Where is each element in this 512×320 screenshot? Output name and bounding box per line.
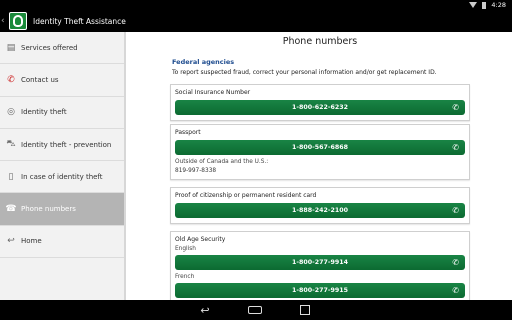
sidebar-item-in-case-of-identity-theft[interactable]: ▯ In case of identity theft [0,161,124,194]
card-passport: Passport 1-800-567-6868 ✆ Outside of Can… [170,124,470,180]
sidebar-item-identity-theft[interactable]: ◎ Identity theft [0,97,124,129]
page-title: Phone numbers [282,36,358,47]
status-time: 4:28 [491,1,506,9]
language-label: English [175,246,196,252]
phone-icon: ✆ [452,103,459,112]
call-button[interactable]: 1-800-567-6868 ✆ [175,140,465,155]
phone-number: 1-800-622-6232 [291,104,349,111]
sidebar-item-identity-theft-prevention[interactable]: ⛍ Identity theft - prevention [0,129,124,162]
sidebar: ▤ Services offered ✆ Contact us ◎ Identi… [0,32,126,300]
call-button[interactable]: 1-800-622-6232 ✆ [175,100,465,115]
document-icon: ▤ [6,42,16,53]
phone-number: 1-800-277-9915 [291,287,349,294]
phone-icon: ✆ [7,74,15,85]
car-icon: ⛍ [6,139,16,150]
card-sin: Social Insurance Number 1-800-622-6232 ✆ [170,84,470,121]
back-arrow-icon: ↩ [7,236,15,247]
sidebar-item-label: Home [21,237,42,246]
phone-number: 1-800-567-6868 [291,144,349,151]
phone-icon: ✆ [452,258,459,267]
phone-number: 1-888-242-2100 [291,207,349,214]
fingerprint-icon: ◎ [7,107,15,118]
back-icon[interactable]: ↩ [197,304,213,317]
wifi-icon [469,2,478,8]
sidebar-item-label: Contact us [21,75,59,84]
sidebar-item-label: Identity theft - prevention [21,140,112,149]
call-button[interactable]: 1-888-242-2100 ✆ [175,203,465,218]
sidebar-item-contact-us[interactable]: ✆ Contact us [0,64,124,97]
phone-icon: ✆ [452,143,459,152]
telephone-icon: ☎ [5,204,17,215]
sidebar-item-services-offered[interactable]: ▤ Services offered [0,32,124,65]
page-icon: ▯ [8,171,14,182]
content-pane[interactable]: Phone numbers Federal agencies To report… [128,32,512,300]
card-title: Old Age Security [175,236,226,243]
battery-icon [482,1,487,9]
card-title: Proof of citizenship or permanent reside… [175,192,317,199]
phone-icon: ✆ [452,206,459,215]
sidebar-item-label: Phone numbers [21,205,76,214]
sidebar-item-label: In case of identity theft [21,172,103,181]
home-icon[interactable] [247,304,263,316]
call-button[interactable]: 1-800-277-9914 ✆ [175,255,465,270]
sidebar-item-label: Identity theft [21,108,67,117]
card-title: Social Insurance Number [175,89,251,96]
extra-label: Outside of Canada and the U.S.: [175,159,269,165]
app-title: Identity Theft Assistance [33,16,126,26]
phone-icon: ✆ [452,286,459,295]
section-heading: Federal agencies [172,58,235,66]
sidebar-item-home[interactable]: ↩ Home [0,226,124,259]
card-title: Passport [175,129,201,136]
sidebar-item-label: Services offered [21,43,78,52]
intro-text: To report suspected fraud, correct your … [172,69,437,76]
extra-value: 819-997-8338 [175,168,217,174]
call-button[interactable]: 1-800-277-9915 ✆ [175,283,465,298]
recent-apps-icon[interactable] [297,304,313,316]
sidebar-item-phone-numbers[interactable]: ☎ Phone numbers [0,193,124,226]
up-caret-icon[interactable]: ‹ [1,16,7,26]
card-old-age-security: Old Age Security English 1-800-277-9914 … [170,231,470,300]
phone-number: 1-800-277-9914 [291,259,349,266]
language-label: French [175,274,195,280]
app-logo-icon[interactable] [9,12,27,30]
system-nav-bar: ↩ [0,300,512,320]
action-bar: ‹ Identity Theft Assistance [0,10,512,32]
card-citizenship: Proof of citizenship or permanent reside… [170,187,470,224]
status-bar: 4:28 [0,0,512,10]
